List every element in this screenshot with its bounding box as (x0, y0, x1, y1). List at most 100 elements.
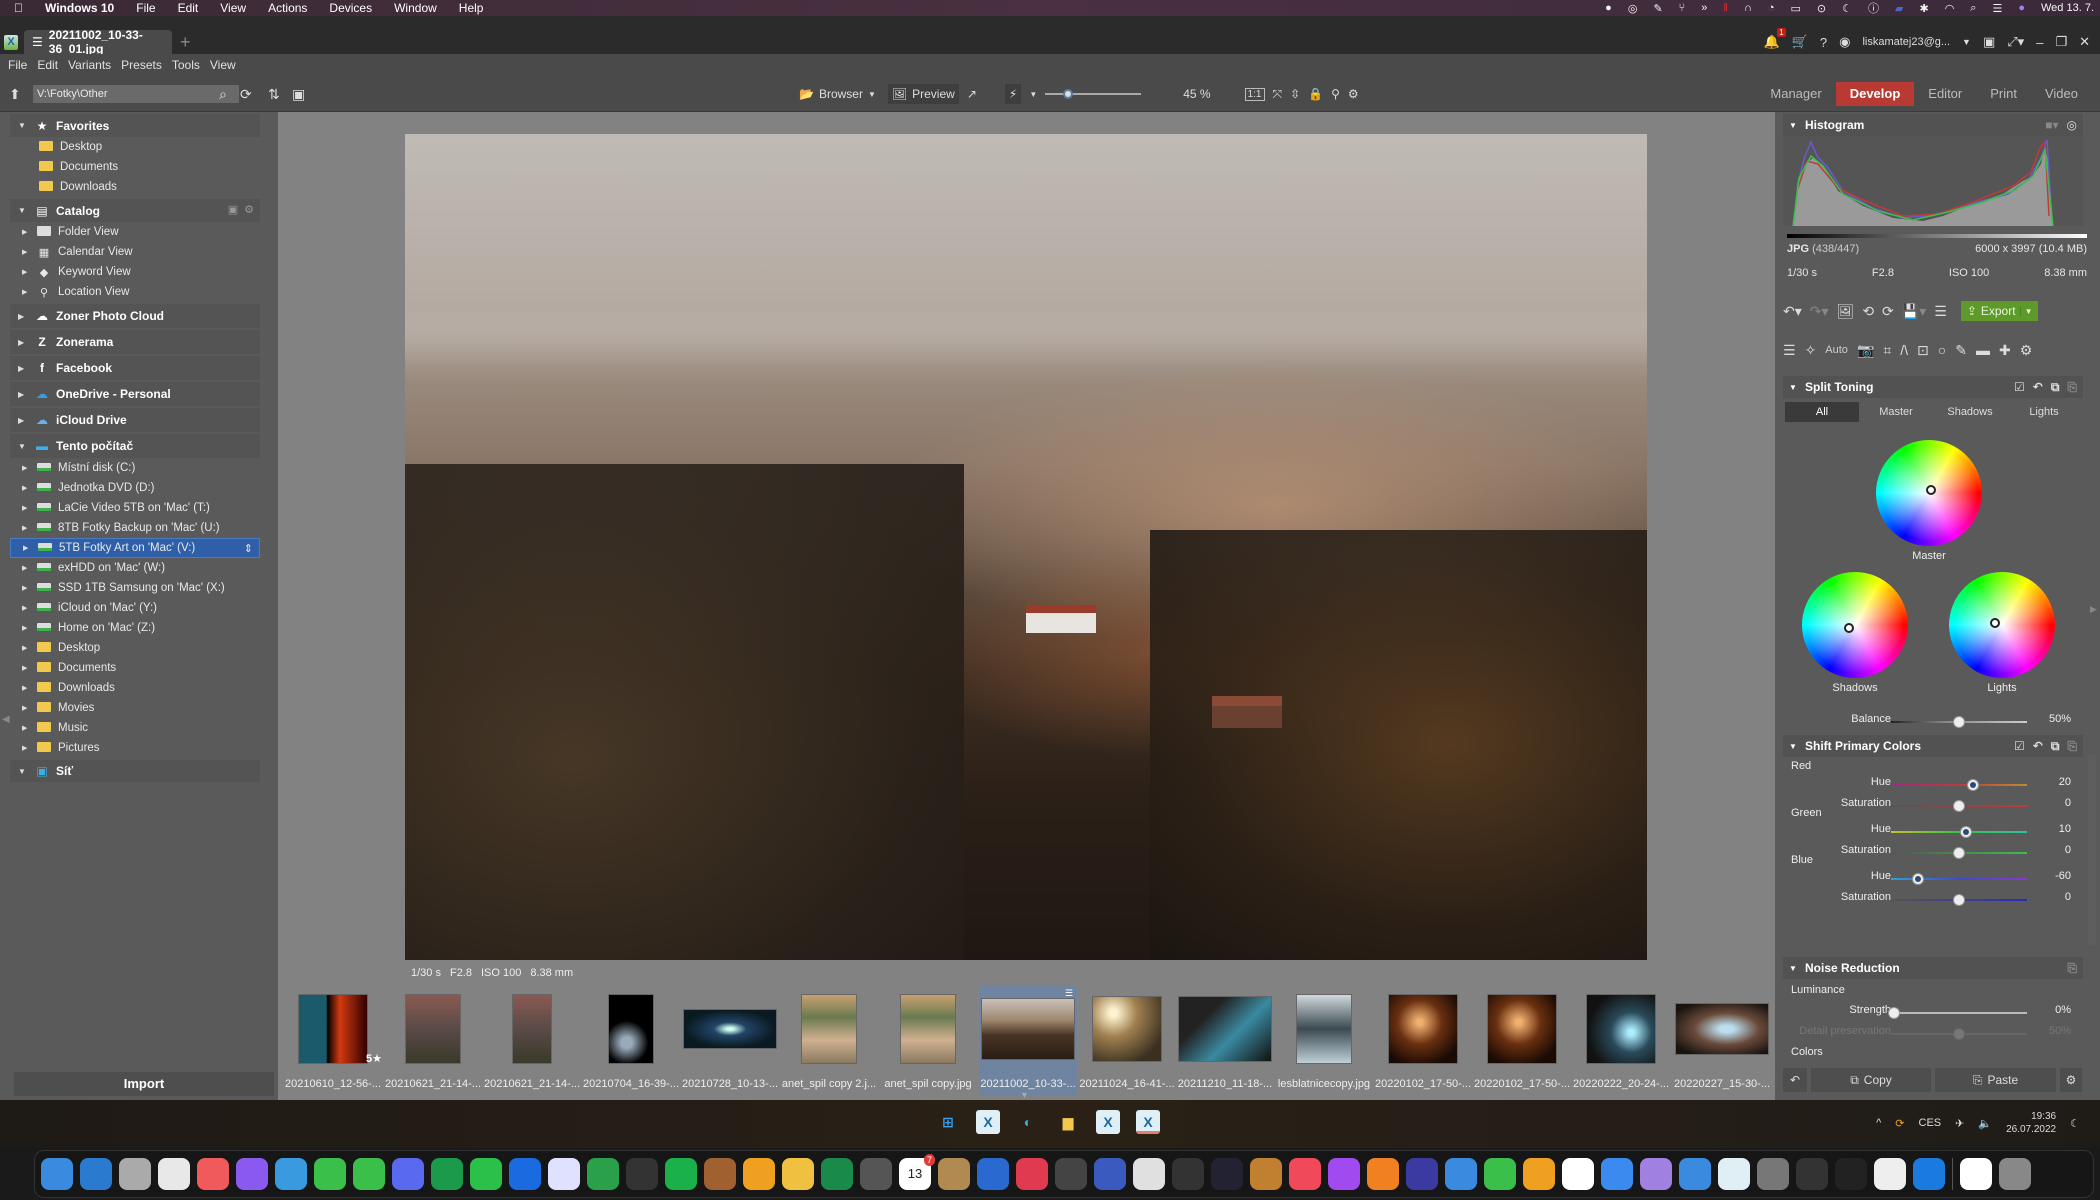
paste-settings-icon[interactable]: ⎘ (2067, 961, 2077, 976)
textedit-dock-icon[interactable] (1874, 1158, 1906, 1190)
master-wheel-handle[interactable] (1926, 485, 1936, 495)
expand-icon[interactable]: ▶ (22, 248, 36, 256)
expand-icon[interactable]: ▶ (22, 644, 36, 652)
saturation-slider[interactable] (1891, 894, 2027, 906)
split-toning-header[interactable]: ▼ Split Toning ☑ ↶ ⧉ ⎘ (1783, 376, 2083, 398)
discord-dock-icon[interactable] (392, 1158, 424, 1190)
compare-icon[interactable]: ⚲ (1331, 87, 1340, 101)
expand-icon[interactable]: ▶ (18, 390, 34, 399)
service-zonerama[interactable]: ▶ Z Zonerama (10, 330, 260, 354)
sync-icon[interactable]: ⟳ (1895, 1117, 1904, 1130)
enable-checkbox[interactable]: ☑ (2014, 739, 2025, 754)
notifications-button[interactable]: 🔔 1 (1764, 28, 1786, 50)
contacts-dock-icon[interactable] (938, 1158, 970, 1190)
enable-checkbox[interactable]: ☑ (2014, 380, 2025, 395)
rotate-left-icon[interactable]: ⟲ (1862, 303, 1874, 320)
strength-knob[interactable] (1887, 1007, 1900, 1019)
subtab-master[interactable]: Master (1859, 402, 1933, 422)
parallels-win-dock-icon[interactable] (1679, 1158, 1711, 1190)
sort-icon[interactable]: ⇅ (268, 85, 280, 103)
filmstrip-thumbnail[interactable]: anet_spil copy.jpg (879, 986, 977, 1096)
zoner-app-icon[interactable]: X (4, 35, 18, 50)
filmstrip-thumbnail[interactable]: 20210704_16-39-... (582, 986, 680, 1096)
zoner-taskbar-icon[interactable]: X (976, 1110, 1000, 1134)
crop-icon[interactable]: ⌗ (1883, 342, 1891, 359)
paste-settings-button[interactable]: ⚙ (2060, 1068, 2082, 1092)
teamviewer-dock-icon[interactable] (509, 1158, 541, 1190)
flag-czech-icon[interactable]: ▰ (1895, 2, 1903, 15)
calculator-dock-icon[interactable] (860, 1158, 892, 1190)
tab-editor[interactable]: Editor (1914, 82, 1976, 106)
podcasts-dock-icon[interactable] (1328, 1158, 1360, 1190)
mac-menu-help[interactable]: Help (459, 1, 484, 15)
filmstrip-thumbnail[interactable]: 20220102_17-50-... (1374, 986, 1472, 1096)
expand-icon[interactable]: ▶ (18, 312, 34, 321)
final-cut-dock-icon[interactable] (1133, 1158, 1165, 1190)
feather-icon[interactable]: ✎ (1653, 2, 1662, 15)
paste-settings-icon[interactable]: ⎘ (2067, 739, 2077, 754)
document-tab[interactable]: ☰ 20211002_10-33-36_01.jpg (24, 28, 172, 56)
sliders-icon[interactable]: ☰ (1783, 342, 1796, 359)
auto-button[interactable]: Auto (1825, 344, 1848, 356)
hue-slider[interactable] (1891, 826, 2027, 838)
rotate-right-icon[interactable]: ⟳ (1882, 303, 1894, 320)
windows-start-icon[interactable]: ⊞ (936, 1110, 960, 1134)
siri-icon[interactable]: ● (2018, 2, 2025, 14)
moon-icon[interactable]: ☾ (1842, 2, 1852, 15)
copy-button[interactable]: ⧉ Copy (1811, 1068, 1931, 1092)
display-icon[interactable]: ▭ (1791, 2, 1801, 15)
second-monitor-icon[interactable]: ▣ (1983, 34, 1995, 50)
tray-overflow-icon[interactable]: ^ (1876, 1117, 1881, 1129)
fullscreen-icon[interactable]: ⤢▾ (2007, 34, 2024, 50)
forward-icon[interactable]: » (1701, 2, 1707, 14)
collapse-icon[interactable]: ▼ (1789, 964, 1805, 973)
radial-filter-icon[interactable]: ○ (1938, 342, 1946, 358)
mame-dock-icon[interactable] (1250, 1158, 1282, 1190)
user-dropdown-icon[interactable]: ▼ (1962, 37, 1971, 47)
undo-icon[interactable]: ↶▾ (1783, 303, 1802, 320)
slider-knob[interactable] (1959, 826, 1972, 838)
collapse-icon[interactable]: ▼ (18, 121, 34, 130)
perspective-icon[interactable]: /\ (1900, 342, 1908, 358)
filmstrip-thumbnail[interactable]: anet_spil copy 2.j... (780, 986, 878, 1096)
user-account[interactable]: liskamatej23@g... (1862, 36, 1950, 48)
help-dock-icon[interactable] (1172, 1158, 1204, 1190)
music-dock-icon[interactable] (1289, 1158, 1321, 1190)
brush-icon[interactable]: ✎ (1955, 342, 1967, 359)
control-center-icon[interactable]: ☰ (1992, 2, 2002, 15)
affinity-dock-icon[interactable] (548, 1158, 580, 1190)
evernote-dock-icon[interactable] (587, 1158, 619, 1190)
service-facebook[interactable]: ▶ f Facebook (10, 356, 260, 380)
eraser-icon[interactable]: ▬ (1976, 342, 1990, 358)
expand-icon[interactable]: ▶ (22, 524, 36, 532)
original-image-icon[interactable]: 🖼 (1837, 303, 1855, 320)
apple-icon[interactable]:  (14, 1, 23, 15)
menu-variants[interactable]: Variants (68, 58, 111, 72)
finder-dock-icon[interactable] (41, 1158, 73, 1190)
airplane-icon[interactable]: ✈ (1955, 1117, 1964, 1130)
pc-item[interactable]: ▶ Místní disk (C:) (10, 458, 260, 478)
filmstrip-thumbnail[interactable]: 20211024_16-41-... (1079, 986, 1175, 1096)
tab-manager[interactable]: Manager (1756, 82, 1835, 106)
launchpad-dock-icon[interactable] (119, 1158, 151, 1190)
expand-icon[interactable]: ▶ (22, 228, 36, 236)
collapse-icon[interactable]: ▼ (18, 442, 34, 451)
reset-icon[interactable]: ↶ (2033, 380, 2043, 395)
pc-item[interactable]: ▶ 5TB Fotky Art on 'Mac' (V:) ⇕ (10, 538, 260, 558)
menu-edit[interactable]: Edit (37, 58, 58, 72)
collapse-panel-handle[interactable]: ▶ (2090, 604, 2097, 615)
mac-menu-window[interactable]: Window (394, 1, 437, 15)
expand-icon[interactable]: ▶ (22, 684, 36, 692)
facetime-dock-icon[interactable] (314, 1158, 346, 1190)
export-button[interactable]: ⇪ Export ▼ (1960, 301, 2039, 321)
messages-dock-icon[interactable] (353, 1158, 385, 1190)
quick-fix-dropdown-icon[interactable]: ▼ (1029, 90, 1037, 99)
parallels-icon[interactable]: ‖ (1723, 2, 1728, 14)
filmstrip-thumbnail[interactable]: 20210621_21-14-... (384, 986, 482, 1096)
monitor-dock-icon[interactable] (1835, 1158, 1867, 1190)
pc-item[interactable]: ▶ SSD 1TB Samsung on 'Mac' (X:) (10, 578, 260, 598)
quill-dock-icon[interactable] (1640, 1158, 1672, 1190)
filmstrip-thumbnail[interactable]: 20220222_20-24-... (1572, 986, 1670, 1096)
xcode-dock-icon[interactable] (977, 1158, 1009, 1190)
camera-icon[interactable]: 📷 (1857, 342, 1874, 359)
